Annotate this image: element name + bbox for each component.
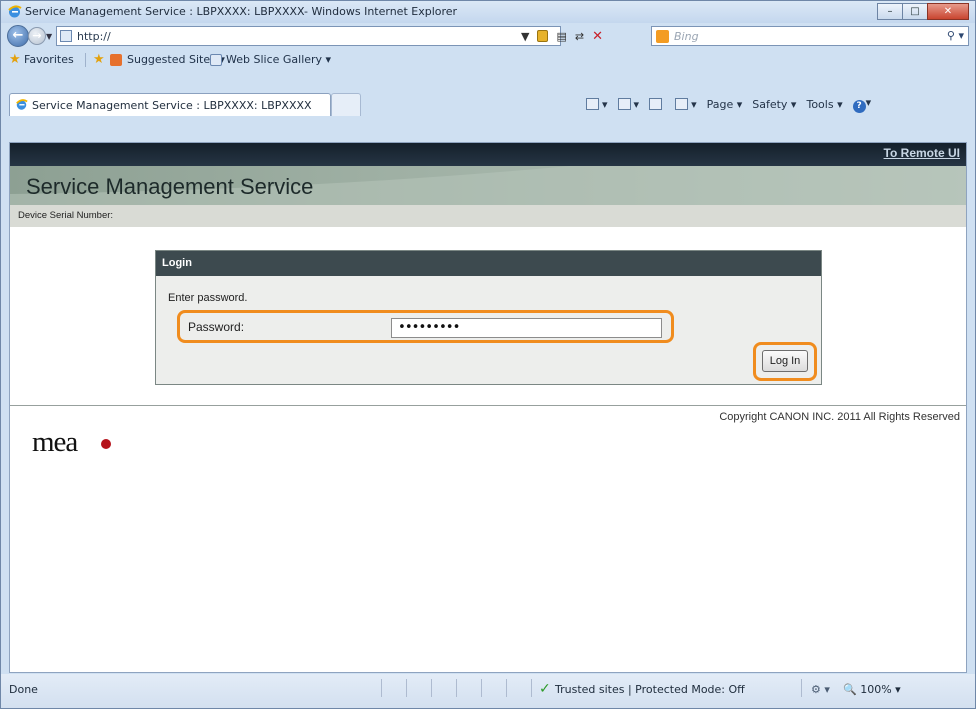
- login-header: Login: [156, 251, 821, 276]
- close-button[interactable]: ✕: [927, 3, 969, 20]
- compatibility-view-icon[interactable]: ▤: [556, 30, 566, 43]
- forward-arrow-icon: →: [32, 29, 42, 42]
- feeds-button[interactable]: ▾: [617, 98, 639, 111]
- login-panel: Login Enter password. Password: ••••••••…: [155, 250, 822, 385]
- to-remote-ui-link[interactable]: To Remote UI: [884, 146, 960, 160]
- feeds-icon: [617, 98, 631, 110]
- footer-divider: [10, 405, 966, 406]
- tab-ie-icon: [16, 99, 28, 110]
- maximize-icon: □: [910, 6, 920, 17]
- address-bar[interactable]: http://: [56, 26, 561, 46]
- print-button[interactable]: ▾: [675, 98, 697, 111]
- password-label: Password:: [188, 320, 245, 334]
- login-button[interactable]: Log In: [762, 350, 808, 372]
- address-url: http://: [77, 30, 111, 43]
- meap-logo: mea: [32, 426, 78, 458]
- search-icon[interactable]: ⚲ ▾: [947, 29, 964, 42]
- serial-number-band: Device Serial Number:: [10, 205, 966, 227]
- safety-menu[interactable]: Safety ▾: [752, 98, 796, 111]
- recent-pages-dropdown[interactable]: ▼: [46, 32, 52, 41]
- command-bar: ▾ ▾ ▾ Page ▾ Safety ▾ Tools ▾ ? ▾: [586, 96, 881, 113]
- navigation-bar: ← → ▼ http:// ▼ ▤ ⇄ ✕ Bing ⚲ ▾: [1, 23, 975, 49]
- trusted-zone-check-icon: ✓: [539, 681, 551, 697]
- window-controls: – □ ✕: [877, 3, 969, 20]
- minimize-button[interactable]: –: [877, 3, 903, 20]
- security-zone-text[interactable]: Trusted sites | Protected Mode: Off: [555, 683, 745, 696]
- status-divider: [801, 679, 802, 697]
- meap-logo-dot: [101, 439, 111, 449]
- help-icon: ?: [852, 100, 866, 113]
- search-placeholder: Bing: [674, 30, 699, 43]
- page-menu[interactable]: Page ▾: [707, 98, 743, 111]
- minimize-icon: –: [887, 6, 893, 17]
- status-divider: [406, 679, 407, 697]
- mail-button[interactable]: [649, 98, 665, 111]
- back-button[interactable]: ←: [7, 25, 29, 47]
- refresh-icon[interactable]: ⇄: [575, 30, 584, 43]
- bing-logo-icon: [656, 30, 669, 43]
- status-divider: [506, 679, 507, 697]
- zoom-level[interactable]: 🔍 100% ▾: [843, 683, 901, 696]
- address-tools: ▼ ▤ ⇄ ✕: [521, 26, 611, 46]
- status-divider: [456, 679, 457, 697]
- serial-number-label: Device Serial Number:: [18, 210, 114, 221]
- login-heading: Login: [162, 257, 192, 269]
- login-prompt: Enter password.: [168, 292, 248, 304]
- close-icon: ✕: [943, 6, 953, 17]
- favorites-star-icon: ★: [9, 52, 21, 67]
- tools-menu[interactable]: Tools ▾: [806, 98, 842, 111]
- home-button[interactable]: ▾: [586, 98, 608, 111]
- window-title: Service Management Service : LBPXXXX: LB…: [25, 5, 458, 18]
- mail-icon: [649, 98, 663, 110]
- tab-service-management[interactable]: Service Management Service : LBPXXXX: LB…: [9, 93, 331, 116]
- favorites-button[interactable]: Favorites: [24, 53, 74, 66]
- title-bar: Service Management Service : LBPXXXX: LB…: [1, 1, 975, 23]
- forward-button[interactable]: →: [28, 27, 46, 45]
- browser-window: Service Management Service : LBPXXXX: LB…: [0, 0, 976, 709]
- back-arrow-icon: ←: [12, 28, 24, 43]
- page-icon: [60, 30, 72, 42]
- add-favorite-icon[interactable]: ★: [93, 53, 105, 66]
- status-text: Done: [9, 683, 38, 696]
- address-dropdown-icon[interactable]: ▼: [521, 30, 529, 43]
- stop-icon[interactable]: ✕: [592, 29, 603, 44]
- maximize-button[interactable]: □: [902, 3, 928, 20]
- page-title: Service Management Service: [26, 174, 314, 199]
- web-slice-icon: [210, 54, 222, 66]
- printer-icon: [675, 98, 689, 110]
- page-content: To Remote UI Service Management Service …: [9, 142, 967, 673]
- zoom-value: 100%: [860, 683, 892, 696]
- lock-icon[interactable]: [537, 30, 549, 42]
- favorites-separator: [85, 53, 86, 67]
- help-button[interactable]: ? ▾: [852, 96, 871, 113]
- tab-label: Service Management Service : LBPXXXX: LB…: [32, 99, 312, 112]
- suggested-sites-icon: [110, 54, 122, 66]
- status-bar: Done ✓ Trusted sites | Protected Mode: O…: [1, 674, 975, 708]
- password-field[interactable]: •••••••••: [391, 318, 662, 338]
- addons-icon[interactable]: ⚙ ▾: [811, 683, 830, 696]
- copyright-text: Copyright CANON INC. 2011 All Rights Res…: [719, 411, 960, 423]
- tab-row: Service Management Service : LBPXXXX: LB…: [1, 92, 975, 116]
- favorites-bar: ★ Favorites ★ Suggested Sites ▾ Web Slic…: [1, 50, 975, 70]
- new-tab-button[interactable]: [331, 93, 361, 116]
- home-icon: [586, 98, 599, 110]
- web-slice-gallery-link[interactable]: Web Slice Gallery ▾: [226, 53, 331, 66]
- status-divider: [431, 679, 432, 697]
- search-box[interactable]: Bing ⚲ ▾: [651, 26, 969, 46]
- status-divider: [531, 679, 532, 697]
- status-divider: [481, 679, 482, 697]
- internet-explorer-icon: [8, 5, 22, 18]
- header-band: Service Management Service: [10, 166, 966, 205]
- top-banner: To Remote UI: [10, 143, 966, 166]
- status-divider: [381, 679, 382, 697]
